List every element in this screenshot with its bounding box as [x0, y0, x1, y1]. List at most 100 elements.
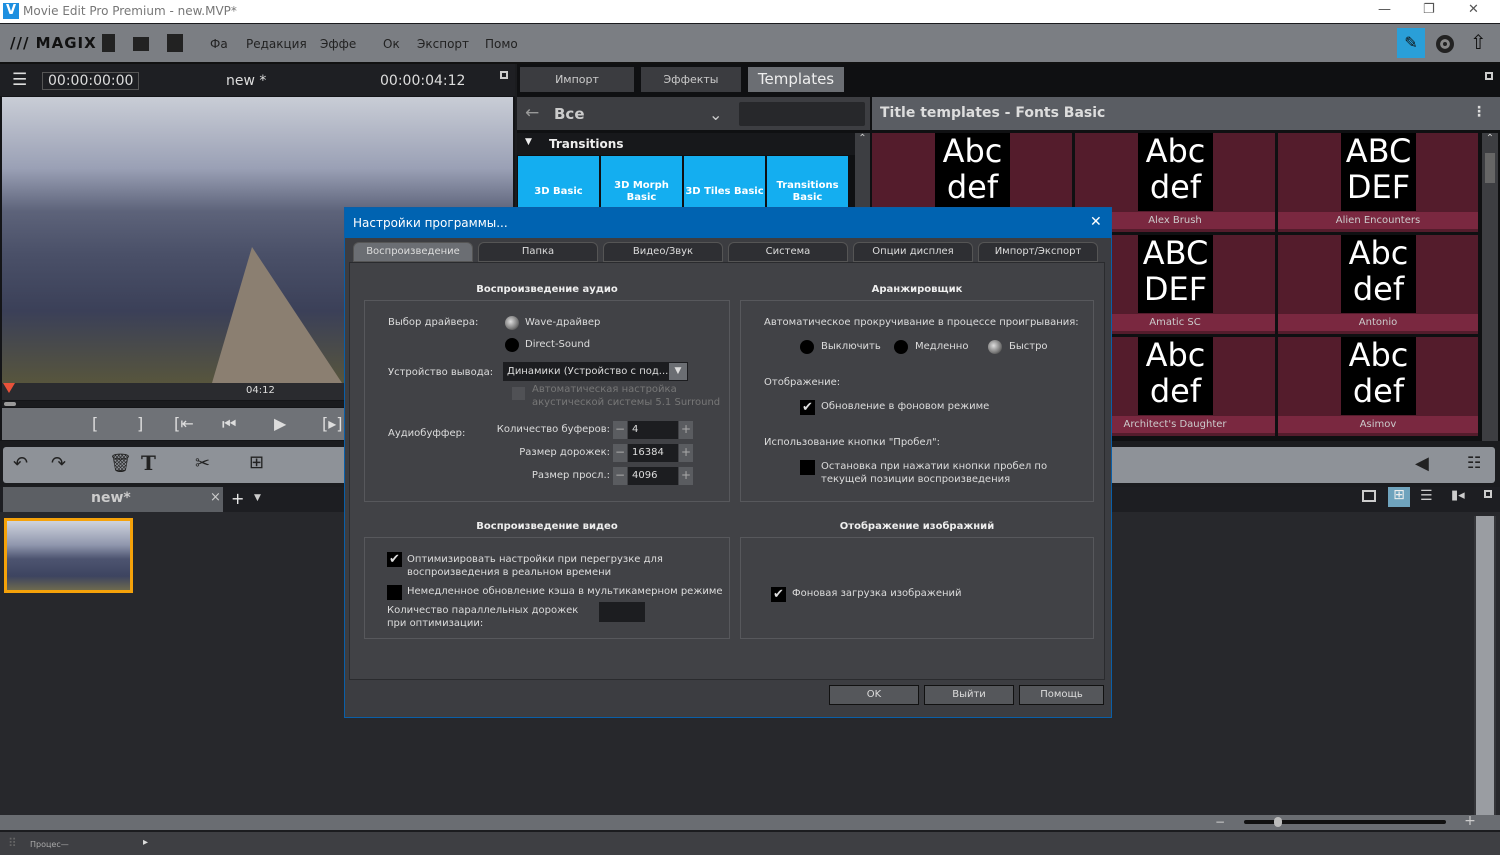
- section-header[interactable]: ▼ Transitions: [517, 133, 855, 155]
- output-device-select[interactable]: Динамики (Устройство с под... ▼: [503, 362, 688, 381]
- tab-new-project[interactable]: new* ×: [3, 487, 223, 512]
- template-tile[interactable]: 3D Morph Basic: [601, 156, 682, 211]
- background-update-checkbox[interactable]: ✔: [800, 400, 815, 415]
- timecode-current[interactable]: 00:00:00:00: [42, 72, 140, 90]
- tab-import-export[interactable]: Импорт/Экспорт: [978, 242, 1098, 262]
- template-tile[interactable]: 3D Basic: [518, 156, 599, 211]
- undo-icon[interactable]: ↶: [13, 453, 28, 474]
- optimize-checkbox[interactable]: ✔: [387, 552, 402, 567]
- buffer-value-input[interactable]: 4: [628, 421, 678, 439]
- browser-scrollbar[interactable]: ⌃: [855, 133, 870, 211]
- tab-dropdown-icon[interactable]: ▼: [254, 493, 261, 503]
- menu-window[interactable]: Ок: [383, 37, 400, 51]
- restore-button[interactable]: ❐: [1423, 2, 1435, 17]
- radio-direct-sound[interactable]: [505, 338, 519, 352]
- radio-scroll-slow[interactable]: [894, 340, 908, 354]
- redo-icon[interactable]: ↷: [51, 453, 66, 474]
- decrement-button[interactable]: −: [613, 444, 627, 462]
- title-text-icon[interactable]: T: [141, 451, 156, 475]
- close-tab-icon[interactable]: ×: [210, 490, 221, 505]
- insert-icon[interactable]: ⊞: [249, 452, 264, 473]
- single-view-icon[interactable]: [1362, 490, 1376, 502]
- category-select[interactable]: Все: [554, 105, 585, 123]
- scissors-icon[interactable]: ✂: [195, 453, 210, 474]
- disc-icon[interactable]: [1436, 35, 1454, 53]
- delete-icon[interactable]: 🗑: [109, 453, 132, 474]
- templates-scrollbar[interactable]: ⌃: [1482, 133, 1498, 441]
- play-range-icon[interactable]: [▸]: [322, 414, 343, 433]
- maximize-icon[interactable]: [500, 71, 508, 79]
- exit-button[interactable]: Выйти: [924, 685, 1014, 705]
- maximize-icon[interactable]: [1485, 72, 1493, 80]
- horizontal-scrollbar[interactable]: − +: [0, 813, 1500, 830]
- video-clip-thumbnail[interactable]: [4, 518, 133, 593]
- tab-playback[interactable]: Воспроизведение: [353, 242, 473, 262]
- storyboard-view-icon[interactable]: ⊞: [1388, 487, 1410, 507]
- previous-marker-icon[interactable]: ⏮: [222, 414, 236, 434]
- more-options-icon[interactable]: ⋮: [1472, 104, 1486, 120]
- jump-to-start-icon[interactable]: [⇤: [174, 414, 194, 433]
- font-template-tile[interactable]: Abc def Asimov: [1278, 337, 1478, 436]
- timeline-view-icon[interactable]: ☰: [1420, 488, 1433, 504]
- mixer-icon[interactable]: ☷: [1467, 453, 1481, 472]
- menu-export[interactable]: Экспорт: [417, 37, 469, 51]
- font-template-tile[interactable]: Abc def Antonio: [1278, 235, 1478, 334]
- tab-video-audio[interactable]: Видео/Звук: [603, 242, 723, 262]
- save-icon[interactable]: [167, 34, 183, 52]
- font-template-tile[interactable]: ABC DEF Alien Encounters: [1278, 133, 1478, 232]
- hamburger-menu-icon[interactable]: ☰: [12, 70, 27, 90]
- decrement-button[interactable]: −: [613, 421, 627, 439]
- tab-system[interactable]: Система: [728, 242, 848, 262]
- maximize-icon[interactable]: [1484, 490, 1492, 498]
- zoom-out-button[interactable]: −: [1210, 815, 1230, 830]
- increment-button[interactable]: +: [679, 467, 693, 485]
- radio-scroll-off[interactable]: [800, 340, 814, 354]
- menu-help[interactable]: Помо: [485, 37, 518, 51]
- tab-effects[interactable]: Эффекты: [641, 67, 741, 92]
- help-button[interactable]: Помощь: [1019, 685, 1104, 705]
- cache-update-checkbox[interactable]: [387, 585, 402, 600]
- playhead-marker[interactable]: [3, 383, 15, 393]
- zoom-in-button[interactable]: +: [1462, 813, 1478, 829]
- open-folder-icon[interactable]: [133, 37, 149, 51]
- dialog-close-icon[interactable]: ✕: [1090, 214, 1102, 230]
- multicam-view-icon[interactable]: ▮◂: [1451, 488, 1465, 503]
- vertical-scrollbar[interactable]: [1474, 516, 1496, 816]
- radio-wave-driver[interactable]: [505, 316, 519, 330]
- template-tile[interactable]: Transitions Basic: [767, 156, 848, 211]
- collapse-triangle-icon[interactable]: ▼: [525, 137, 532, 147]
- play-icon[interactable]: ▶: [274, 414, 286, 433]
- add-tab-button[interactable]: +: [231, 489, 244, 508]
- tab-display-options[interactable]: Опции дисплея: [853, 242, 973, 262]
- tab-folder[interactable]: Папка: [478, 242, 598, 262]
- space-stop-checkbox[interactable]: [800, 460, 815, 475]
- close-button[interactable]: ✕: [1468, 2, 1479, 17]
- upload-icon[interactable]: ⇧: [1470, 30, 1487, 54]
- buffer-value-input[interactable]: 4096: [628, 467, 678, 485]
- mark-in-icon[interactable]: [: [92, 414, 98, 433]
- tab-import[interactable]: Импорт: [520, 67, 634, 92]
- magic-tool-icon[interactable]: ✎: [1397, 28, 1425, 58]
- menu-effects[interactable]: Эффе: [320, 37, 356, 51]
- minimize-button[interactable]: —: [1378, 2, 1391, 17]
- chevron-down-icon[interactable]: ⌄: [709, 105, 722, 124]
- radio-scroll-fast[interactable]: [988, 340, 1002, 354]
- dropdown-arrow-icon[interactable]: ▼: [669, 363, 687, 380]
- expand-arrow-icon[interactable]: ▸: [143, 837, 148, 848]
- tab-templates[interactable]: Templates: [748, 67, 844, 92]
- parallel-tracks-input[interactable]: [599, 602, 645, 622]
- speaker-icon[interactable]: ◀: [1415, 453, 1429, 474]
- increment-button[interactable]: +: [679, 421, 693, 439]
- ok-button[interactable]: OK: [829, 685, 919, 705]
- menu-edit[interactable]: Редакция: [246, 37, 307, 51]
- menu-file[interactable]: Фа: [210, 37, 228, 51]
- back-arrow-icon[interactable]: ←: [525, 103, 539, 123]
- search-input[interactable]: [739, 102, 865, 126]
- template-tile[interactable]: 3D Tiles Basic: [684, 156, 765, 211]
- background-load-checkbox[interactable]: ✔: [771, 587, 786, 602]
- increment-button[interactable]: +: [679, 444, 693, 462]
- new-file-icon[interactable]: [102, 34, 115, 52]
- zoom-slider[interactable]: [1244, 817, 1446, 827]
- buffer-value-input[interactable]: 16384: [628, 444, 678, 462]
- decrement-button[interactable]: −: [613, 467, 627, 485]
